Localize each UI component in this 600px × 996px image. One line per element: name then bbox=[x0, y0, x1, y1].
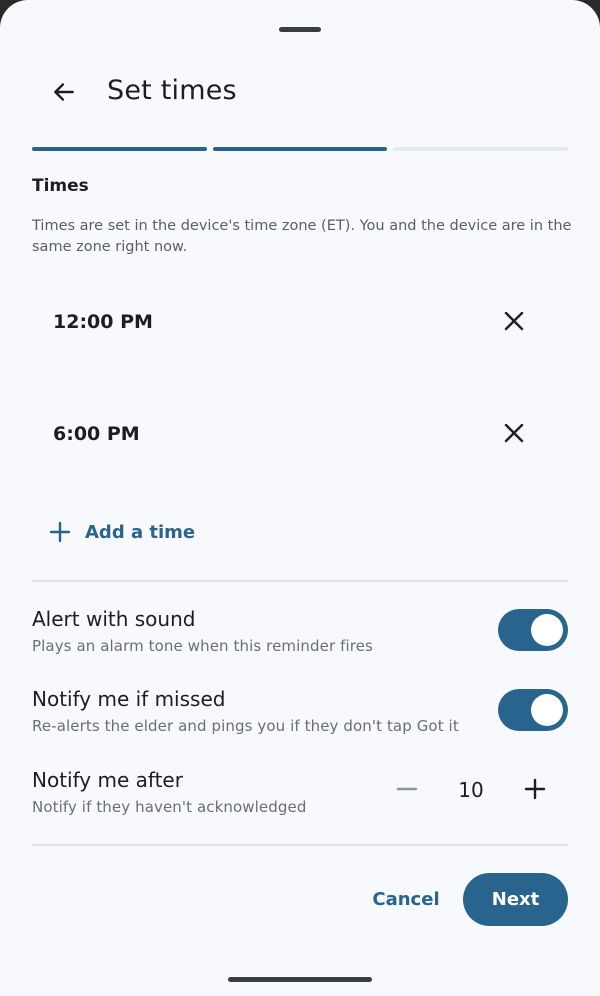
times-section-description: Times are set in the device's time zone … bbox=[32, 218, 572, 255]
alert-sound-subtitle: Plays an alarm tone when this reminder f… bbox=[32, 637, 373, 655]
progress-step-3 bbox=[393, 147, 568, 151]
remove-time-button[interactable] bbox=[490, 299, 538, 347]
notify-after-subtitle: Notify if they haven't acknowledged bbox=[32, 798, 307, 816]
bottom-sheet: Set times Times Times are set in the dev… bbox=[0, 0, 600, 996]
decrement-button[interactable] bbox=[390, 774, 424, 808]
time-label[interactable]: 6:00 PM bbox=[53, 423, 140, 445]
time-row[interactable]: 6:00 PM bbox=[32, 405, 568, 465]
next-button[interactable]: Next bbox=[463, 873, 568, 926]
page-title: Set times bbox=[107, 75, 237, 106]
time-row[interactable]: 12:00 PM bbox=[32, 293, 568, 353]
alert-sound-title: Alert with sound bbox=[32, 607, 196, 631]
plus-icon bbox=[524, 778, 546, 804]
close-icon bbox=[503, 422, 525, 448]
arrow-left-icon bbox=[51, 79, 77, 109]
notify-after-value: 10 bbox=[458, 778, 484, 802]
add-time-button[interactable]: Add a time bbox=[48, 512, 195, 552]
add-time-label: Add a time bbox=[85, 521, 196, 543]
divider bbox=[32, 844, 568, 846]
header: Set times bbox=[0, 64, 600, 124]
alert-sound-toggle[interactable] bbox=[498, 609, 568, 651]
remove-time-button[interactable] bbox=[490, 411, 538, 459]
times-section-title: Times bbox=[32, 176, 89, 196]
back-button[interactable] bbox=[40, 70, 88, 118]
notify-missed-subtitle: Re-alerts the elder and pings you if the… bbox=[32, 717, 459, 735]
minus-icon bbox=[396, 778, 418, 804]
home-indicator bbox=[228, 977, 372, 982]
increment-button[interactable] bbox=[518, 774, 552, 808]
drag-handle[interactable] bbox=[279, 27, 321, 32]
plus-icon bbox=[48, 520, 72, 544]
close-icon bbox=[503, 310, 525, 336]
notify-missed-title: Notify me if missed bbox=[32, 687, 226, 711]
toggle-knob bbox=[531, 614, 563, 646]
cancel-button[interactable]: Cancel bbox=[364, 876, 448, 922]
notify-missed-toggle[interactable] bbox=[498, 689, 568, 731]
notify-after-title: Notify me after bbox=[32, 768, 183, 792]
toggle-knob bbox=[531, 694, 563, 726]
divider bbox=[32, 580, 568, 582]
progress-step-1 bbox=[32, 147, 207, 151]
progress-step-2 bbox=[213, 147, 387, 151]
time-label[interactable]: 12:00 PM bbox=[53, 311, 153, 333]
